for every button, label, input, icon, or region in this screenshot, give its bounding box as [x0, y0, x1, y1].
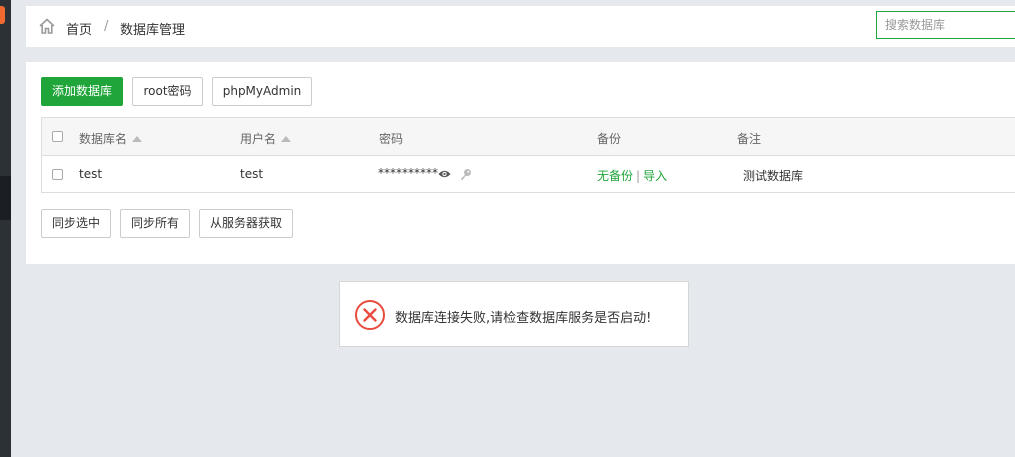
add-database-button[interactable]: 添加数据库: [41, 77, 123, 106]
row-checkbox[interactable]: [52, 169, 63, 180]
fetch-from-server-button[interactable]: 从服务器获取: [199, 209, 293, 238]
header-database-name-label: 数据库名: [79, 132, 128, 146]
header-password: 密码: [379, 132, 404, 146]
breadcrumb-current: 数据库管理: [120, 23, 186, 38]
sync-selected-button[interactable]: 同步选中: [41, 209, 111, 238]
header-backup: 备份: [597, 132, 622, 146]
select-all-checkbox[interactable]: [52, 131, 63, 142]
link-separator: |: [636, 169, 641, 183]
sidebar-active-item[interactable]: [0, 176, 11, 220]
breadcrumb-separator: /: [104, 19, 109, 34]
sort-asc-icon: [132, 136, 143, 142]
top-bar: 首页 / 数据库管理: [26, 6, 1015, 47]
database-table: 数据库名 用户名 密码 备份 备注 test test ********** 无…: [41, 117, 1015, 193]
cell-note[interactable]: 测试数据库: [743, 167, 803, 184]
table-row: test test ********** 无备份 | 导入 测试数据库: [42, 156, 1015, 193]
breadcrumb-home[interactable]: 首页: [66, 19, 92, 38]
error-icon: [355, 300, 385, 330]
sync-all-button[interactable]: 同步所有: [120, 209, 190, 238]
table-header: 数据库名 用户名 密码 备份 备注: [42, 118, 1015, 156]
search-input[interactable]: [876, 11, 1015, 39]
key-icon[interactable]: [460, 168, 472, 180]
root-password-button[interactable]: root密码: [132, 77, 203, 106]
sidebar: [0, 0, 11, 457]
eye-icon[interactable]: [438, 169, 451, 179]
cell-password: **********: [378, 166, 438, 180]
cell-database-name: test: [79, 167, 103, 181]
sidebar-indicator: [0, 6, 5, 24]
header-username[interactable]: 用户名: [240, 130, 292, 147]
cell-username: test: [240, 167, 264, 181]
header-note: 备注: [737, 132, 762, 146]
backup-cell: 无备份 | 导入: [597, 167, 667, 184]
sort-asc-icon: [281, 136, 292, 142]
header-database-name[interactable]: 数据库名: [79, 130, 143, 147]
database-panel: 添加数据库 root密码 phpMyAdmin 数据库名 用户名 密码 备份 备…: [26, 62, 1015, 264]
import-link[interactable]: 导入: [643, 169, 667, 183]
error-message: 数据库连接失败,请检查数据库服务是否启动!: [395, 311, 652, 326]
home-icon[interactable]: [38, 17, 56, 35]
no-backup-link[interactable]: 无备份: [597, 169, 633, 183]
phpmyadmin-button[interactable]: phpMyAdmin: [212, 77, 312, 106]
error-toast: 数据库连接失败,请检查数据库服务是否启动!: [339, 281, 689, 347]
header-username-label: 用户名: [240, 132, 277, 146]
